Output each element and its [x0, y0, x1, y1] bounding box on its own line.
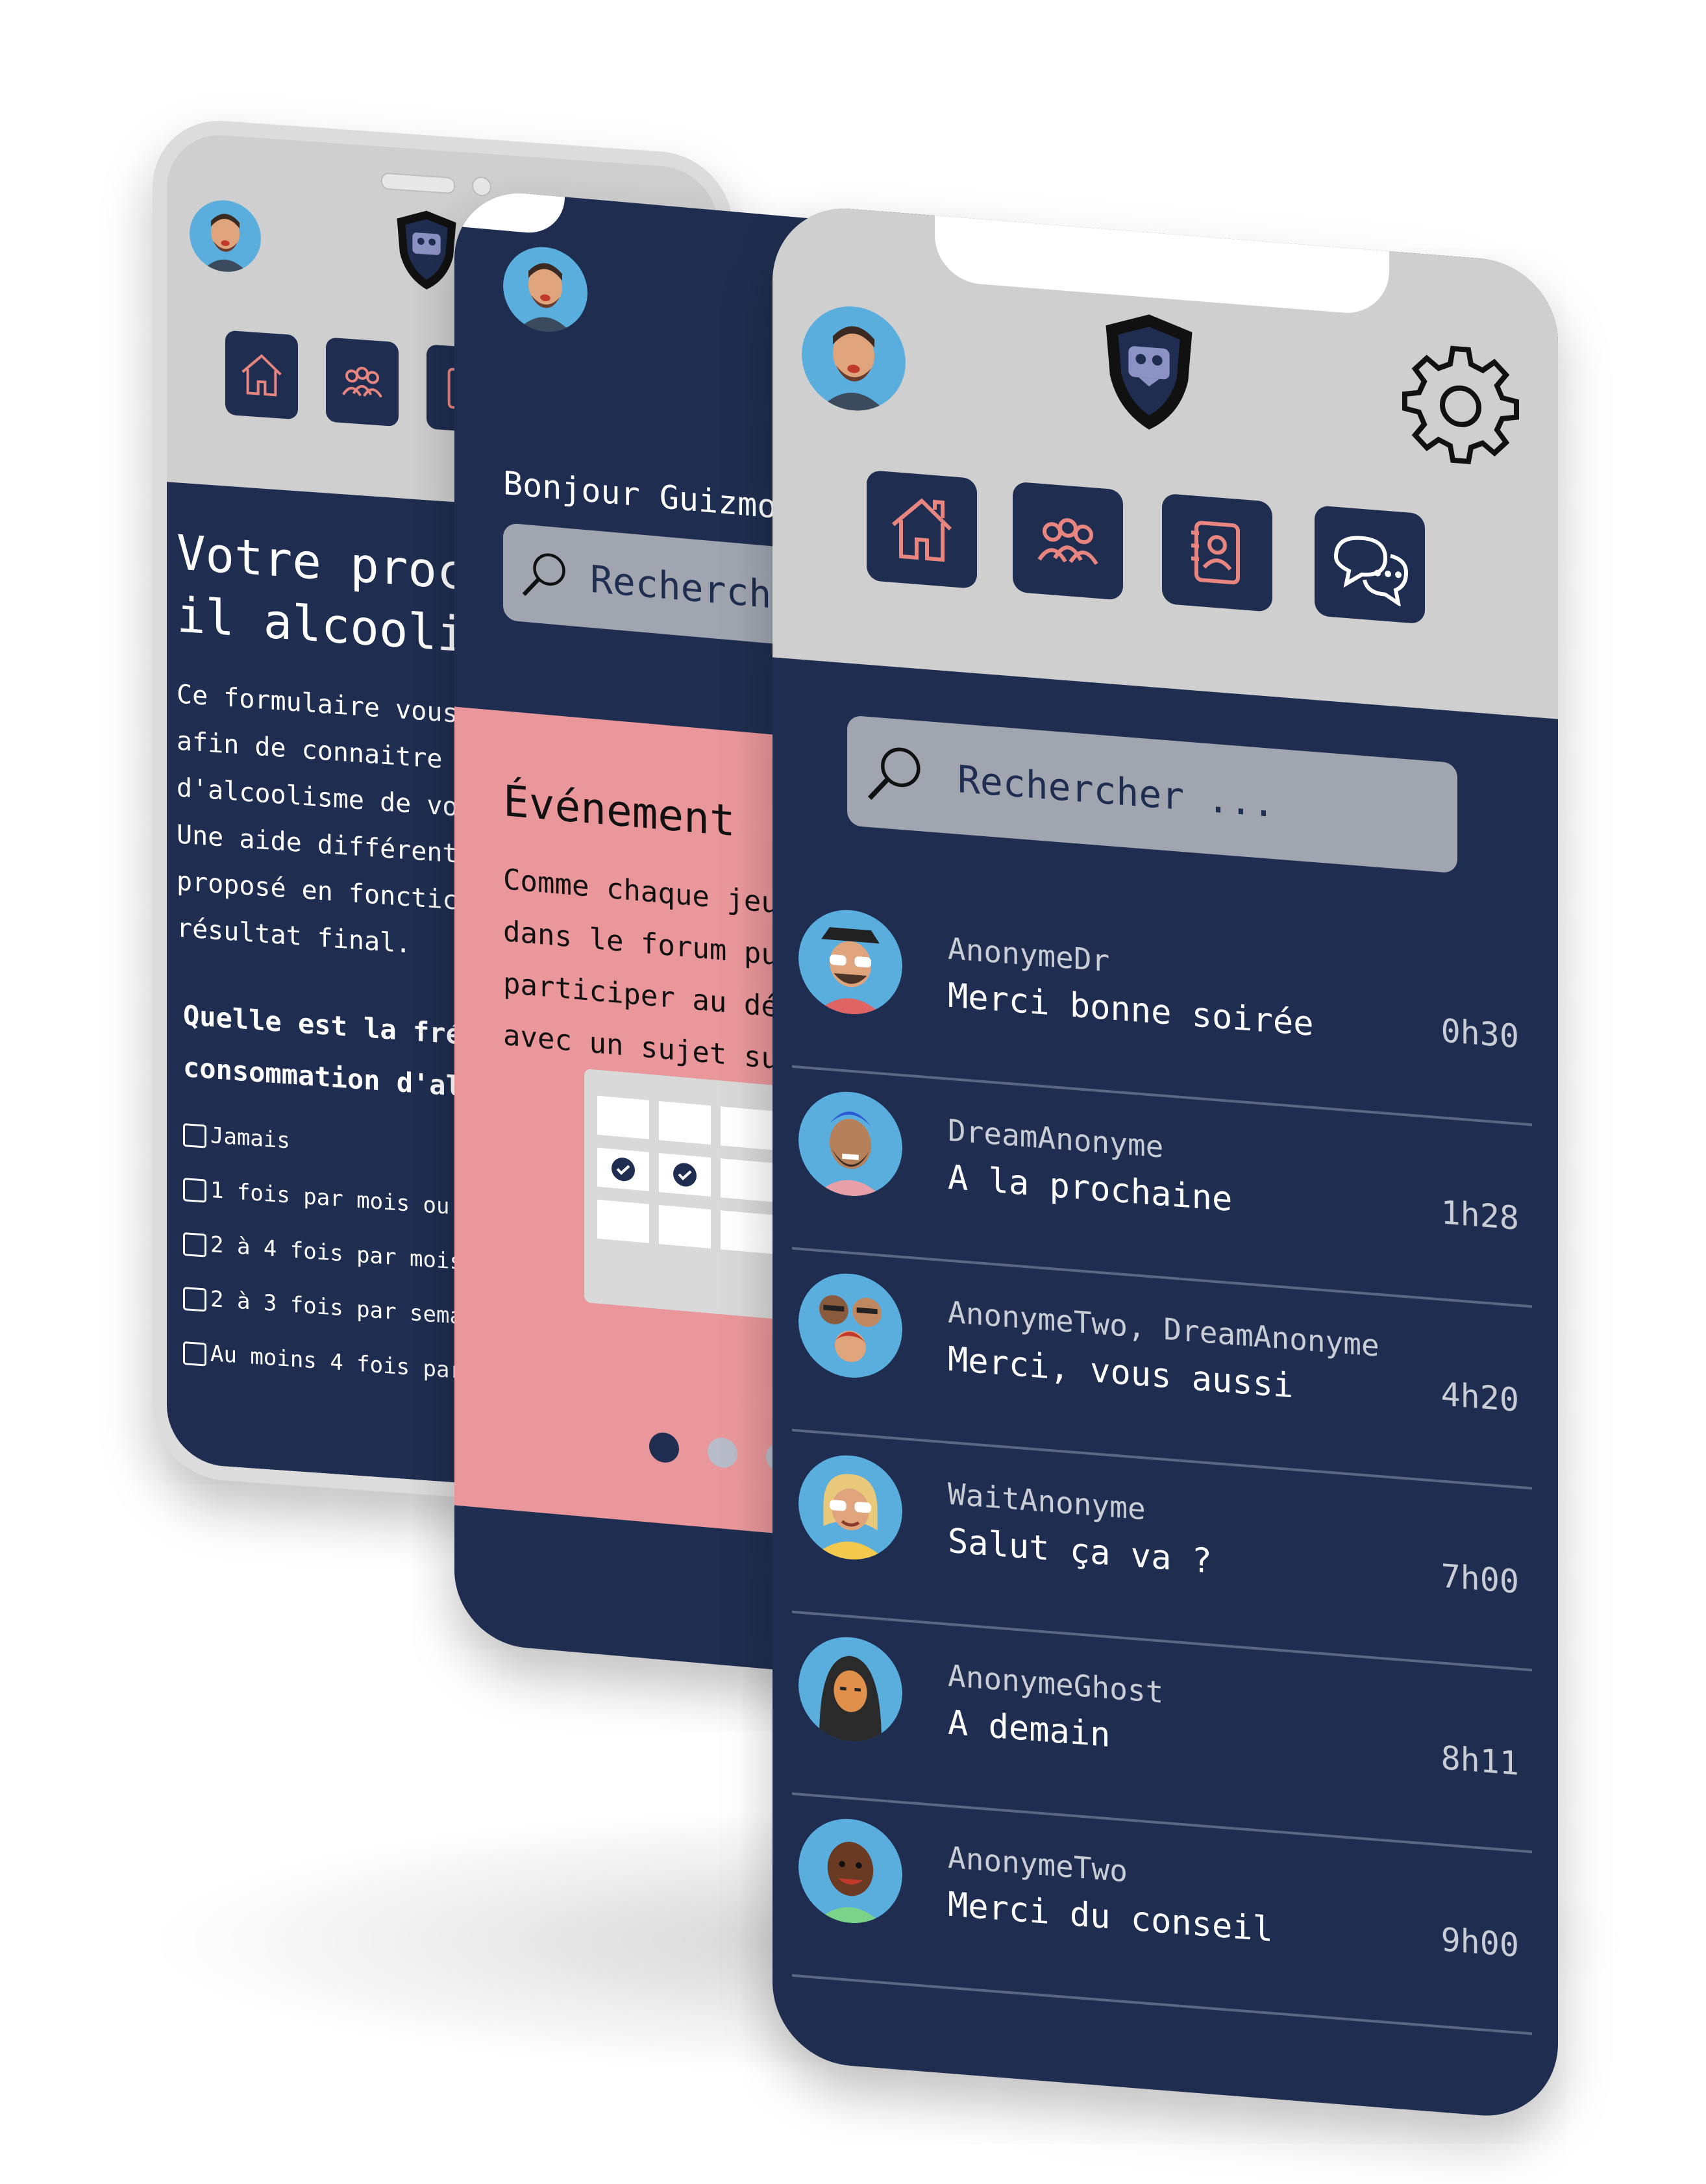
last-message: Merci du conseil — [948, 1885, 1273, 1950]
checkbox[interactable] — [183, 1232, 206, 1258]
message-time: 8h11 — [1440, 1739, 1519, 1783]
option-label: 2 à 3 fois par semai — [210, 1285, 476, 1331]
contact-avatar — [798, 1088, 902, 1200]
nav-home-button[interactable] — [225, 330, 298, 420]
message-time: 4h20 — [1440, 1375, 1519, 1419]
phone-messages-screen: Rechercher ... AnonymeDr Merci bonne soi… — [773, 203, 1558, 2122]
home-icon — [891, 498, 952, 562]
nav-home-button[interactable] — [867, 469, 977, 589]
message-time: 9h00 — [1440, 1920, 1519, 1965]
contact-avatar — [798, 1633, 902, 1746]
option-label: 1 fois par mois ou m — [210, 1176, 476, 1222]
last-message: Salut ça va ? — [948, 1521, 1212, 1582]
nav-group-button[interactable] — [326, 337, 399, 427]
home-icon — [241, 354, 282, 397]
contact-name: AnonymeGhost — [948, 1657, 1164, 1710]
checkbox[interactable] — [183, 1177, 206, 1203]
contact-name: AnonymeTwo — [948, 1839, 1128, 1889]
quiz-options: Jamais 1 fois par mois ou m 2 à 4 fois p… — [183, 1106, 476, 1400]
carousel-dot-active[interactable] — [649, 1431, 679, 1464]
contact-name: WaitAnonyme — [948, 1476, 1146, 1527]
checkbox[interactable] — [183, 1123, 206, 1148]
search-placeholder: Rechercher ... — [958, 756, 1275, 826]
row-divider — [792, 1974, 1532, 2035]
contact-name: AnonymeDr — [948, 930, 1110, 979]
user-avatar[interactable] — [802, 303, 906, 415]
nav-contacts-button[interactable] — [1162, 493, 1272, 612]
checkbox[interactable] — [183, 1286, 206, 1312]
contact-avatar — [798, 906, 902, 1019]
messages-search-bar[interactable]: Rechercher ... — [847, 715, 1457, 874]
message-time: 7h00 — [1440, 1557, 1519, 1601]
event-title: Événement — [503, 776, 736, 847]
option-label: 2 à 4 fois par mois — [210, 1231, 463, 1276]
quiz-intro: Ce formulaire vous afin de connaitre l d… — [177, 671, 474, 972]
chat-icon — [1333, 536, 1409, 607]
nav-group-button[interactable] — [1013, 481, 1123, 601]
phone-speaker — [381, 172, 455, 195]
greeting: Bonjour Guizmo2 — [503, 464, 797, 528]
message-time: 0h30 — [1440, 1011, 1519, 1056]
shield-logo-icon — [391, 205, 462, 295]
contact-name: DreamAnonyme — [948, 1112, 1164, 1165]
last-message: A la prochaine — [948, 1158, 1233, 1220]
last-message: A demain — [948, 1703, 1111, 1756]
quiz-question: Quelle est la fréc consommation d'alc — [183, 989, 478, 1114]
search-placeholder: Recherche — [590, 556, 795, 619]
contact-avatar — [798, 1815, 902, 1928]
contact-avatar — [798, 1452, 902, 1564]
carousel-dot[interactable] — [708, 1436, 737, 1469]
checkbox[interactable] — [183, 1341, 206, 1367]
user-avatar[interactable] — [190, 198, 261, 275]
shield-logo-icon — [1097, 306, 1201, 438]
search-icon — [522, 553, 565, 596]
option-label: Au moins 4 fois par — [210, 1340, 463, 1385]
user-avatar[interactable] — [503, 243, 587, 335]
message-time: 1h28 — [1440, 1193, 1519, 1237]
last-message: Merci bonne soirée — [948, 976, 1314, 1044]
nav-chat-button[interactable] — [1315, 505, 1425, 625]
event-text: Comme chaque jeuc dans le forum pub part… — [503, 854, 795, 1087]
mockup-stage: Votre proch il alcoolic Ce formulaire vo… — [0, 0, 1706, 2184]
contacts-icon — [1191, 521, 1240, 585]
messages-header — [773, 203, 1558, 719]
search-icon — [867, 747, 921, 800]
group-icon — [341, 366, 383, 398]
quiz-title: Votre proch il alcoolic — [177, 521, 495, 668]
group-avatar — [798, 1270, 902, 1382]
phone-notch — [935, 209, 1389, 317]
group-icon — [1037, 518, 1098, 565]
gear-icon[interactable] — [1396, 336, 1526, 477]
option-label: Jamais — [210, 1122, 290, 1154]
